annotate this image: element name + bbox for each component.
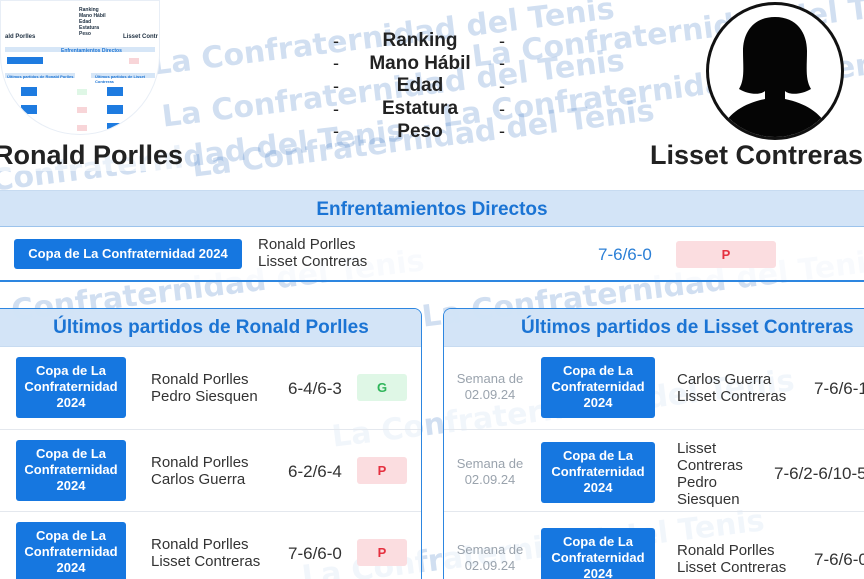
right-value: - [499,98,505,119]
stat-row-ranking: - Ranking - [325,30,515,53]
match-row: Copa de La Confraternidad 2024 Ronald Po… [0,347,421,429]
match-row: Copa de La Confraternidad 2024 Ronald Po… [0,429,421,511]
stat-label: Estatura [381,98,459,120]
match-row: Semana de 02.09.24 Copa de La Confratern… [444,511,864,579]
player1-name: Ronald Porlles [151,454,249,471]
match-players: Ronald Porlles Lisset Contreras [151,536,260,570]
left-value: - [333,30,339,51]
match-players: Lisset Contreras Pedro Siesquen [677,440,747,508]
recent-matches-right-panel: Últimos partidos de Lisset Contreras Sem… [443,308,864,579]
right-value: - [499,53,505,74]
player1-name: Ronald Porlles [151,536,249,553]
stat-row-hand: - Mano Hábil - [325,53,515,76]
player2-name: Lisset Contreras [151,553,261,570]
week-label: Semana de 02.09.24 [456,542,524,573]
match-score: 7-6/6-0 [288,544,342,563]
right-value: - [499,30,505,51]
player2-name: Lisset Contreras [258,253,368,270]
left-value: - [333,53,339,74]
stats-comparison: - Ranking - - Mano Hábil - - Edad - - Es… [325,30,515,143]
player1-name: Lisset Contreras [677,440,743,474]
panel-title: Últimos partidos de Lisset Contreras [444,309,864,347]
tournament-button[interactable]: Copa de La Confraternidad 2024 [541,442,655,503]
tournament-button[interactable]: Copa de La Confraternidad 2024 [14,239,242,269]
left-value: - [333,98,339,119]
direct-matches-section: Enfrentamientos Directos Copa de La Conf… [0,190,864,285]
match-players: Ronald Porlles Carlos Guerra [151,454,249,488]
player2-name: Carlos Guerra [151,471,246,488]
thumb-head: Enfrentamientos Directos [61,48,122,54]
player-right-name: Lisset Contreras [650,140,864,171]
recent-matches-left-panel: Últimos partidos de Ronald Porlles Copa … [0,308,422,579]
match-players: Carlos Guerra Lisset Contreras [677,371,797,405]
right-value: - [499,121,505,142]
tournament-button[interactable]: Copa de La Confraternidad 2024 [16,440,126,501]
player1-name: Carlos Guerra [677,371,772,388]
stat-label: Mano Hábil [369,52,471,74]
stat-row-height: - Estatura - [325,98,515,121]
stat-label: Ranking [382,30,458,52]
tournament-button[interactable]: Copa de La Confraternidad 2024 [541,357,655,418]
match-row: Copa de La Confraternidad 2024 Ronald Po… [0,511,421,579]
match-score: 7-6/6-1 [814,379,864,398]
tournament-button[interactable]: Copa de La Confraternidad 2024 [541,528,655,579]
left-value: - [333,75,339,96]
week-label: Semana de 02.09.24 [456,456,524,487]
match-row: Semana de 02.09.24 Copa de La Confratern… [444,347,864,429]
player1-name: Ronald Porlles [677,542,775,559]
thumb-player-right: Lisset Contr [123,34,159,40]
match-row: Semana de 02.09.24 Copa de La Confratern… [444,429,864,511]
player1-name: Ronald Porlles [151,371,249,388]
player2-name: Lisset Contreras [677,559,787,576]
result-badge: P [357,539,407,566]
match-score: 6-2/6-4 [288,462,342,481]
thumb-right-title: Últimos partidos de Lisset Contreras [95,74,146,84]
result-badge: P [357,457,407,484]
match-score: 7-6/6-0 [598,245,652,264]
stat-row-age: - Edad - [325,75,515,98]
stat-label: Peso [397,120,443,142]
section-title: Enfrentamientos Directos [0,190,864,227]
tournament-button[interactable]: Copa de La Confraternidad 2024 [16,522,126,579]
left-value: - [333,121,339,142]
panel-title: Últimos partidos de Ronald Porlles [0,309,421,347]
thumb-left-title: Últimos partidos de Ronald Porlles [7,74,74,79]
match-players: Ronald Porlles Lisset Contreras [677,542,797,576]
tournament-button[interactable]: Copa de La Confraternidad 2024 [16,357,126,418]
stat-label: Edad [396,75,444,97]
direct-match-row: Copa de La Confraternidad 2024 Ronald Po… [0,227,864,282]
player2-name: Pedro Siesquen [677,474,740,508]
result-badge: G [357,374,407,401]
result-badge: P [676,241,776,268]
player-avatar [706,2,844,140]
thumb-stats: Ranking Mano Hábil Edad Estatura Peso [79,7,106,37]
match-score: 6-4/6-3 [288,379,342,398]
match-players: Ronald Porlles Pedro Siesquen [151,371,258,405]
week-label: Semana de 02.09.24 [456,371,524,402]
stat-row-weight: - Peso - [325,120,515,143]
player2-name: Pedro Siesquen [151,388,258,405]
right-value: - [499,75,505,96]
match-score: 7-6/2-6/10-5 [774,464,864,483]
thumb-player-left: ald Porlles [5,34,36,40]
match-score: 7-6/6-0 [814,550,864,569]
female-silhouette-icon [723,17,827,137]
player2-name: Lisset Contreras [677,388,787,405]
player1-name: Ronald Porlles [258,236,356,253]
player-left-name: Ronald Porlles [0,140,184,171]
match-players: Ronald Porlles Lisset Contreras [258,236,367,270]
